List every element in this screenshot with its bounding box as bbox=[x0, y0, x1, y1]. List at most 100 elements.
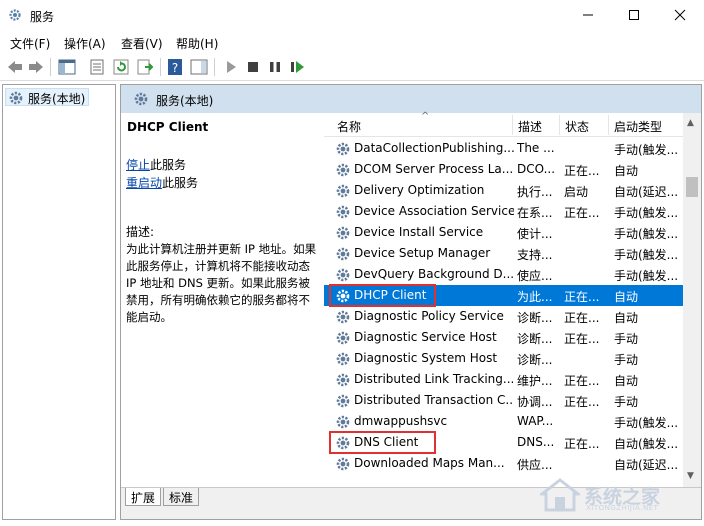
column-divider[interactable] bbox=[512, 115, 513, 135]
gear-icon bbox=[9, 91, 23, 105]
highlight-box bbox=[329, 431, 436, 454]
stop-action-suffix: 此服务 bbox=[150, 158, 187, 172]
export-list-icon[interactable] bbox=[136, 58, 154, 76]
minimize-button[interactable] bbox=[565, 0, 611, 31]
column-header-status[interactable]: 状态 bbox=[565, 118, 589, 135]
cell-name: DevQuery Background D... bbox=[354, 267, 514, 281]
table-row[interactable]: Diagnostic Policy Service 诊断... 正在... 自动 bbox=[324, 306, 683, 327]
column-header-description[interactable]: 描述 bbox=[518, 118, 542, 135]
forward-arrow-icon[interactable] bbox=[27, 58, 45, 76]
cell-name: Device Install Service bbox=[354, 225, 484, 239]
restart-service-icon[interactable] bbox=[288, 58, 306, 76]
cell-status: 正在... bbox=[564, 311, 600, 325]
cell-description: 供应... bbox=[517, 458, 553, 472]
panel-header: 服务(本地) bbox=[121, 85, 701, 113]
help-icon[interactable]: ? bbox=[166, 58, 184, 76]
cell-description: 维护... bbox=[517, 374, 553, 388]
cell-startup-type: 手动(触发... bbox=[614, 206, 679, 220]
gear-icon bbox=[336, 163, 350, 177]
table-row[interactable]: Diagnostic System Host 诊断... 手动 bbox=[324, 348, 683, 369]
cell-status: 启动 bbox=[564, 185, 589, 199]
table-row[interactable]: DCOM Server Process La... DCO... 正在... 自动 bbox=[324, 159, 683, 180]
sort-ascending-icon: ^ bbox=[421, 111, 430, 122]
tab-extended[interactable]: 扩展 bbox=[125, 488, 162, 506]
gear-icon bbox=[336, 457, 350, 471]
list-header: ^ 名称 描述 状态 启动类型 bbox=[324, 111, 683, 137]
cell-name: Diagnostic System Host bbox=[354, 351, 498, 365]
tab-standard[interactable]: 标准 bbox=[163, 488, 200, 506]
cell-description: 诊断... bbox=[517, 311, 553, 325]
gear-icon bbox=[336, 373, 350, 387]
table-row[interactable]: Device Install Service 使计... 手动(触发... bbox=[324, 222, 683, 243]
services-panel: 服务(本地) DHCP Client 停止此服务 重启动此服务 描述: 为此计算… bbox=[120, 84, 702, 520]
table-row[interactable]: DataCollectionPublishing... The ... 手动(触发.… bbox=[324, 138, 683, 159]
menu-file[interactable]: 文件(F) bbox=[10, 35, 50, 52]
restart-action-suffix: 此服务 bbox=[162, 176, 199, 190]
tree-item-services-local[interactable]: 服务(本地) bbox=[5, 88, 89, 106]
cell-startup-type: 自动 bbox=[614, 311, 639, 325]
gear-icon bbox=[336, 331, 350, 345]
gear-icon bbox=[336, 205, 350, 219]
description-line: 此服务停止，计算机将不能接收动态 bbox=[126, 259, 310, 273]
menu-action[interactable]: 操作(A) bbox=[64, 35, 106, 52]
console-tree: 服务(本地) bbox=[2, 84, 116, 520]
show-action-pane-icon[interactable] bbox=[190, 58, 208, 76]
cell-description: The ... bbox=[517, 141, 555, 155]
toolbar-separator bbox=[160, 58, 161, 76]
gear-icon bbox=[336, 142, 350, 156]
back-arrow-icon[interactable] bbox=[6, 58, 24, 76]
stop-service-icon[interactable] bbox=[244, 58, 262, 76]
description-line: 禁用，所有明确依赖它的服务都将不 bbox=[126, 293, 310, 307]
table-row[interactable]: Diagnostic Service Host 诊断... 正在... 手动 bbox=[324, 327, 683, 348]
restart-service-link[interactable]: 重启动 bbox=[126, 176, 162, 190]
service-description-pane: DHCP Client 停止此服务 重启动此服务 描述: 为此计算机注册并更新 … bbox=[121, 113, 324, 487]
vertical-scrollbar[interactable]: ▲ ▼ bbox=[683, 113, 701, 487]
gear-icon bbox=[336, 352, 350, 366]
table-row[interactable]: Distributed Link Tracking... 维护... 正在... 自动 bbox=[324, 369, 683, 390]
scrollbar-thumb[interactable] bbox=[686, 177, 698, 197]
column-header-startup-type[interactable]: 启动类型 bbox=[614, 118, 662, 135]
table-row[interactable]: DevQuery Background D... 使应... 手动(触发... bbox=[324, 264, 683, 285]
cell-description: 使计... bbox=[517, 227, 553, 241]
watermark-logo-icon bbox=[540, 478, 580, 512]
cell-name: Diagnostic Service Host bbox=[354, 330, 497, 344]
gear-icon bbox=[336, 268, 350, 282]
cell-description: 为此... bbox=[517, 290, 553, 304]
window-title: 服务 bbox=[30, 10, 55, 24]
toolbar: ? bbox=[0, 53, 704, 81]
start-service-icon[interactable] bbox=[222, 58, 240, 76]
stop-service-link[interactable]: 停止 bbox=[126, 158, 150, 172]
properties-icon[interactable] bbox=[88, 58, 106, 76]
panel-title: 服务(本地) bbox=[156, 94, 214, 108]
show-console-tree-icon[interactable] bbox=[58, 58, 76, 76]
cell-status: 正在... bbox=[564, 395, 600, 409]
description-text: 为此计算机注册并更新 IP 地址。如果 此服务停止，计算机将不能接收动态 IP … bbox=[126, 241, 324, 326]
cell-name: DataCollectionPublishing... bbox=[354, 141, 514, 155]
cell-startup-type: 手动(触发... bbox=[614, 227, 679, 241]
table-row[interactable]: Delivery Optimization 执行... 启动 自动(延迟... bbox=[324, 180, 683, 201]
refresh-icon[interactable] bbox=[112, 58, 130, 76]
cell-status: 正在... bbox=[564, 332, 600, 346]
menu-view[interactable]: 查看(V) bbox=[121, 35, 163, 52]
column-divider[interactable] bbox=[608, 115, 609, 135]
gear-icon bbox=[336, 226, 350, 240]
column-divider[interactable] bbox=[559, 115, 560, 135]
menu-help[interactable]: 帮助(H) bbox=[176, 35, 218, 52]
cell-name: Distributed Transaction C... bbox=[354, 393, 514, 407]
pause-service-icon[interactable] bbox=[266, 58, 284, 76]
cell-startup-type: 手动 bbox=[614, 353, 639, 367]
table-row[interactable]: Distributed Transaction C... 协调... 正在... 手动 bbox=[324, 390, 683, 411]
column-header-name[interactable]: 名称 bbox=[337, 118, 361, 135]
cell-description: 诊断... bbox=[517, 332, 553, 346]
cell-status: 正在... bbox=[564, 437, 600, 451]
table-row[interactable]: Device Setup Manager 支持... 手动(触发... bbox=[324, 243, 683, 264]
maximize-button[interactable] bbox=[611, 0, 657, 31]
description-line: 能启动。 bbox=[126, 310, 172, 324]
scroll-up-arrow-icon[interactable]: ▲ bbox=[687, 118, 694, 128]
table-row[interactable]: dmwappushsvc WAP... 手动(触发... bbox=[324, 411, 683, 432]
cell-name: Device Setup Manager bbox=[354, 246, 491, 260]
table-row[interactable]: Device Association Service 在系... 正在... 手动(触… bbox=[324, 201, 683, 222]
close-button[interactable] bbox=[657, 0, 703, 31]
table-row[interactable]: Downloaded Maps Man... 供应... 自动(延迟... bbox=[324, 453, 683, 474]
selected-service-name: DHCP Client bbox=[127, 120, 209, 134]
